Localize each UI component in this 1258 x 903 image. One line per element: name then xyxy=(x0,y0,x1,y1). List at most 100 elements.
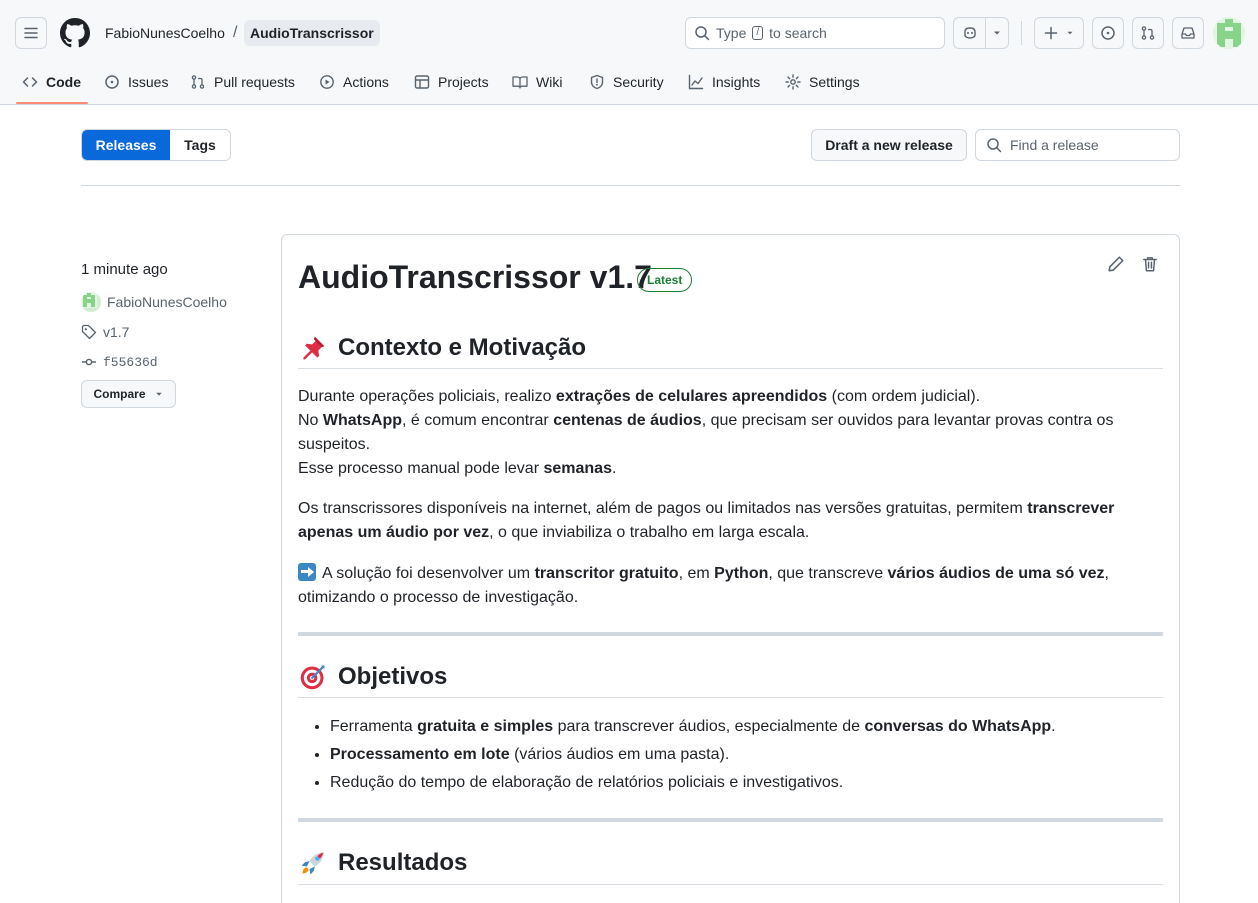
top-bar: FabioNunesCoelho / AudioTranscrissor Typ… xyxy=(0,0,1258,60)
heading-text: Resultados xyxy=(338,849,468,876)
horizontal-rule xyxy=(298,632,1163,636)
divider xyxy=(298,884,1163,885)
compare-label: Compare xyxy=(93,387,146,401)
divider xyxy=(298,368,1163,369)
divider xyxy=(1021,21,1022,45)
chevron-down-icon xyxy=(155,392,162,396)
issue-icon xyxy=(105,75,119,89)
tab-label: Security xyxy=(613,74,664,90)
identicon-icon xyxy=(81,292,97,308)
tab-wiki[interactable]: Wiki xyxy=(512,60,562,104)
tab-settings[interactable]: Settings xyxy=(785,60,860,104)
release-title[interactable]: AudioTranscrissor v1.7 xyxy=(298,256,652,298)
tab-security[interactable]: Security xyxy=(589,60,664,104)
breadcrumb-repo[interactable]: AudioTranscrissor xyxy=(244,20,380,46)
tab-projects[interactable]: Projects xyxy=(414,60,489,104)
tab-label: Projects xyxy=(438,74,489,90)
horizontal-rule xyxy=(298,818,1163,822)
edit-button[interactable] xyxy=(1107,255,1125,273)
tab-insights[interactable]: Insights xyxy=(688,60,760,104)
author-avatar xyxy=(81,292,101,312)
author-name: FabioNunesCoelho xyxy=(107,294,227,310)
issues-button[interactable] xyxy=(1092,17,1124,49)
arrow-right-icon xyxy=(298,563,316,581)
code-icon xyxy=(22,77,38,87)
latest-badge: Latest xyxy=(637,268,693,292)
copilot-button[interactable] xyxy=(953,17,1009,49)
hamburger-icon xyxy=(24,27,38,39)
tag-icon xyxy=(81,324,97,340)
breadcrumb-separator: / xyxy=(233,24,238,41)
menu-button[interactable] xyxy=(15,17,47,49)
create-new-button[interactable] xyxy=(1034,17,1084,49)
play-icon xyxy=(320,75,334,89)
pushpin-icon xyxy=(298,333,328,363)
inbox-icon xyxy=(1181,27,1195,39)
tab-label: Actions xyxy=(343,74,389,90)
tab-actions[interactable]: Actions xyxy=(319,60,389,104)
plus-icon xyxy=(1044,26,1058,40)
search-input[interactable]: Type / to search xyxy=(685,17,945,49)
user-avatar[interactable] xyxy=(1213,17,1245,49)
github-logo-icon[interactable] xyxy=(60,18,90,48)
tab-label: Pull requests xyxy=(214,74,295,90)
section-heading-resultados: Resultados xyxy=(298,848,467,878)
divider xyxy=(81,185,1180,186)
search-icon xyxy=(987,138,1002,153)
global-header: FabioNunesCoelho / AudioTranscrissor Typ… xyxy=(0,0,1258,105)
target-icon xyxy=(298,662,328,692)
tab-label: Issues xyxy=(128,74,169,90)
gear-icon xyxy=(785,74,801,90)
active-tab-indicator xyxy=(16,102,88,104)
delete-button[interactable] xyxy=(1141,255,1159,273)
commit-sha: f55636d xyxy=(103,354,158,370)
heading-text: Contexto e Motivação xyxy=(338,334,587,361)
search-suffix: to search xyxy=(769,25,827,41)
list-item: Processamento em lote (vários áudios em … xyxy=(330,741,1160,769)
tab-label: Code xyxy=(46,74,81,90)
trash-icon xyxy=(1143,257,1157,272)
divider xyxy=(298,697,1163,698)
search-prefix: Type xyxy=(716,25,747,41)
section-heading-contexto: Contexto e Motivação xyxy=(298,333,586,363)
breadcrumb-owner[interactable]: FabioNunesCoelho xyxy=(105,22,225,44)
shield-icon xyxy=(590,74,604,90)
tab-code[interactable]: Code xyxy=(22,60,81,104)
releases-tags-switch: Releases Tags xyxy=(81,129,231,161)
compare-button[interactable]: Compare xyxy=(81,380,176,408)
copilot-icon[interactable] xyxy=(954,18,986,48)
table-icon xyxy=(414,75,430,89)
release-tag[interactable]: v1.7 xyxy=(81,324,129,340)
chevron-down-icon[interactable] xyxy=(986,18,1008,48)
graph-icon xyxy=(688,74,704,90)
tab-label: Wiki xyxy=(536,74,563,90)
heading-text: Objetivos xyxy=(338,663,448,690)
search-shortcut-key: / xyxy=(752,26,764,40)
repo-nav-tabs: Code Issues Pull requests Actions Projec… xyxy=(0,60,1258,105)
chevron-down-icon xyxy=(1067,31,1073,35)
tab-pull-requests[interactable]: Pull requests xyxy=(190,60,295,104)
section-heading-objetivos: Objetivos xyxy=(298,662,447,692)
paragraph-context-1: Durante operações policiais, realizo ext… xyxy=(298,388,1114,477)
tab-label: Insights xyxy=(712,74,761,90)
search-icon xyxy=(695,26,710,41)
releases-tab[interactable]: Releases xyxy=(82,130,170,160)
find-release-placeholder: Find a release xyxy=(1010,137,1099,153)
commit-icon xyxy=(82,358,96,366)
find-release-input[interactable]: Find a release xyxy=(975,129,1180,161)
release-commit[interactable]: f55636d xyxy=(81,354,158,370)
draft-release-button[interactable]: Draft a new release xyxy=(811,129,967,161)
tags-tab[interactable]: Tags xyxy=(170,130,230,160)
rocket-icon xyxy=(298,848,328,878)
pull-requests-button[interactable] xyxy=(1132,17,1164,49)
inbox-button[interactable] xyxy=(1172,17,1204,49)
release-author[interactable]: FabioNunesCoelho xyxy=(81,292,227,312)
objectives-list: Ferramenta gratuita e simples para trans… xyxy=(330,713,1160,797)
release-time: 1 minute ago xyxy=(81,261,168,278)
tab-issues[interactable]: Issues xyxy=(104,60,168,104)
tag-name: v1.7 xyxy=(103,324,130,340)
issue-icon xyxy=(1101,26,1115,40)
book-icon xyxy=(512,76,528,89)
paragraph-context-3: A solução foi desenvolver um transcritor… xyxy=(298,563,1109,606)
list-item: Ferramenta gratuita e simples para trans… xyxy=(330,713,1160,741)
